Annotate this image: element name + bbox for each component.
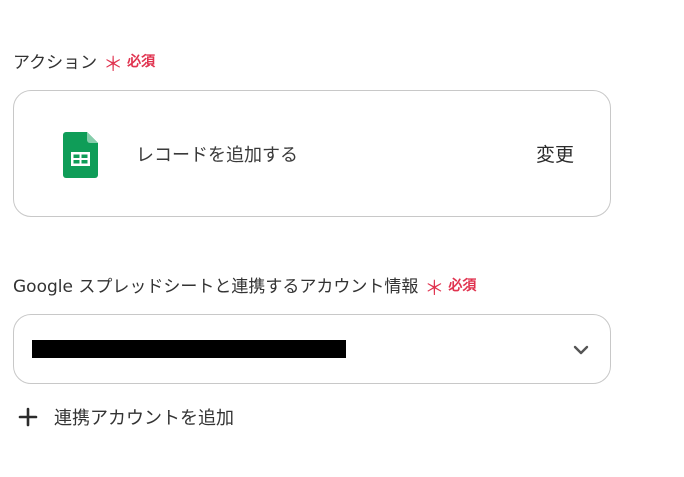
account-label-text: Google スプレッドシートと連携するアカウント情報: [13, 277, 419, 297]
required-asterisk: ＊: [103, 51, 124, 76]
action-name: レコードを追加する: [136, 145, 298, 166]
required-asterisk: ＊: [424, 275, 445, 300]
add-account-button[interactable]: 連携アカウントを追加: [18, 404, 234, 430]
required-badge: 必須: [448, 277, 477, 294]
chevron-down-icon[interactable]: [572, 341, 590, 359]
redacted-account-value: [32, 340, 346, 358]
required-badge: 必須: [127, 53, 156, 70]
add-account-label: 連携アカウントを追加: [54, 408, 234, 429]
action-label-text: アクション: [13, 53, 98, 73]
action-card: レコードを追加する 変更: [13, 90, 611, 217]
account-field-label: Google スプレッドシートと連携するアカウント情報 ＊ 必須: [13, 272, 477, 300]
google-sheets-icon: [63, 132, 98, 178]
change-action-button[interactable]: 変更: [536, 140, 574, 167]
plus-icon: [18, 407, 38, 427]
account-select[interactable]: [13, 314, 611, 384]
action-field-label: アクション ＊ 必須: [13, 48, 156, 76]
